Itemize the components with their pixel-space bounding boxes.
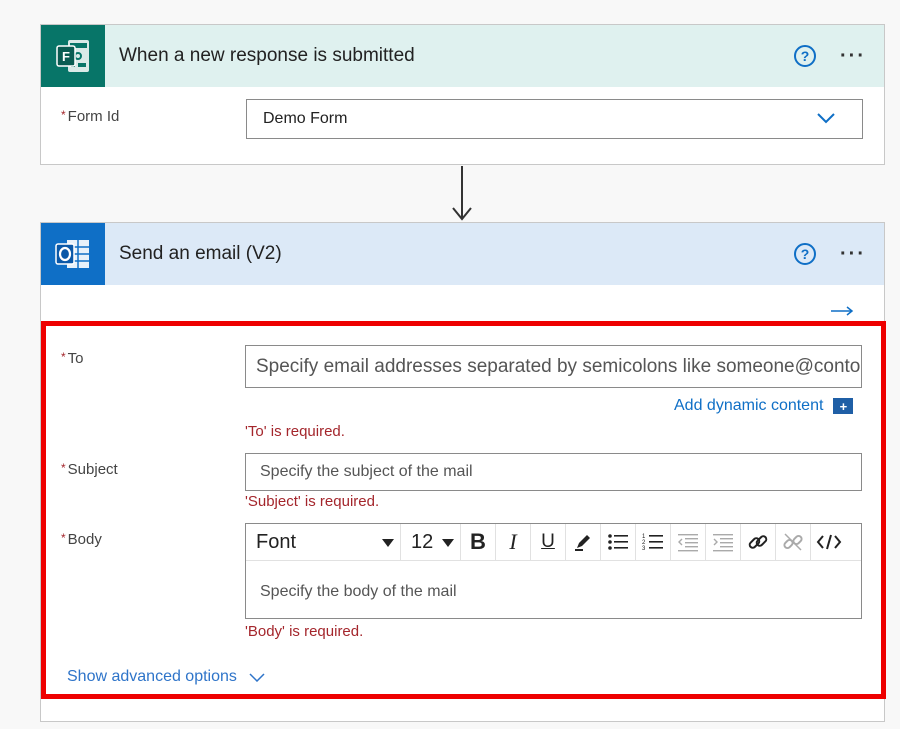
- required-marker: *: [61, 108, 66, 122]
- highlight-frame: [41, 321, 886, 699]
- forms-icon: F: [41, 25, 105, 87]
- more-icon[interactable]: ···: [840, 244, 866, 264]
- action-header[interactable]: Send an email (V2) ? ···: [41, 223, 884, 285]
- trigger-header[interactable]: F When a new response is submitted ? ···: [41, 25, 884, 87]
- arrow-right-icon[interactable]: [830, 305, 854, 317]
- svg-text:F: F: [62, 49, 70, 64]
- arrow-down-icon: [452, 166, 472, 221]
- help-icon[interactable]: ?: [794, 243, 817, 265]
- outlook-icon: [41, 223, 105, 285]
- trigger-card: F When a new response is submitted ? ···…: [40, 24, 885, 165]
- trigger-title: When a new response is submitted: [119, 45, 415, 66]
- chevron-down-icon: [817, 113, 835, 124]
- form-id-label: * Form Id: [61, 108, 120, 125]
- help-icon[interactable]: ?: [794, 45, 817, 67]
- form-id-value: Demo Form: [263, 110, 348, 127]
- action-title: Send an email (V2): [119, 243, 282, 264]
- form-id-dropdown[interactable]: Demo Form: [246, 99, 863, 139]
- more-icon[interactable]: ···: [840, 46, 866, 66]
